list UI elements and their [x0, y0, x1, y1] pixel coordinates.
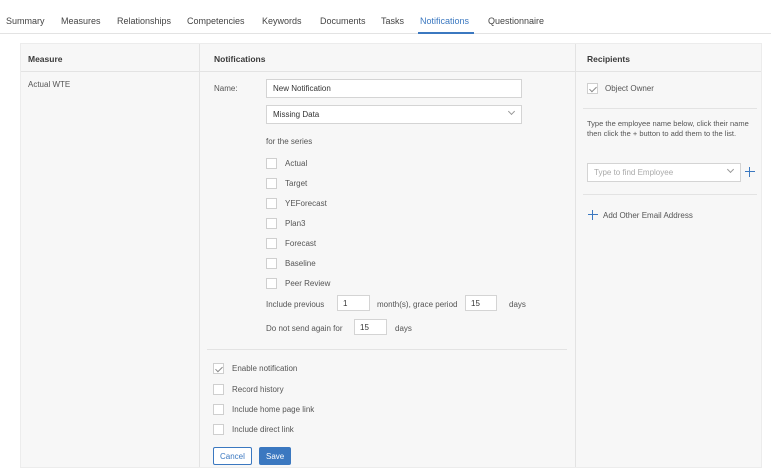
notifications-panel: Measure Notifications Recipients Actual …	[20, 43, 762, 468]
recipients-instructions: Type the employee name below, click thei…	[587, 119, 749, 138]
tab-measures[interactable]: Measures	[61, 16, 101, 26]
include-direct-link-label: Include direct link	[232, 425, 294, 434]
include-direct-link-checkbox[interactable]	[213, 424, 224, 435]
column-divider	[575, 44, 576, 467]
employee-search-input[interactable]: Type to find Employee	[587, 163, 741, 182]
grace-days-label: days	[509, 300, 526, 309]
series-forecast-checkbox[interactable]	[266, 238, 277, 249]
include-previous-label: Include previous	[266, 300, 325, 309]
series-label-peer-review: Peer Review	[285, 279, 331, 288]
enable-notification-label: Enable notification	[232, 364, 298, 373]
include-home-page-link-label: Include home page link	[232, 405, 315, 414]
tab-notifications[interactable]: Notifications	[420, 16, 469, 26]
dont-send-label: Do not send again for	[266, 324, 343, 333]
tab-keywords[interactable]: Keywords	[262, 16, 302, 26]
add-email-plus-icon[interactable]	[588, 210, 598, 220]
add-employee-plus-icon[interactable]	[745, 167, 755, 177]
include-previous-input[interactable]: 1	[337, 295, 370, 311]
dont-send-days-label: days	[395, 324, 412, 333]
months-grace-label: month(s), grace period	[377, 300, 458, 309]
add-other-email-link[interactable]: Add Other Email Address	[603, 211, 693, 220]
dont-send-input[interactable]: 15	[354, 319, 387, 335]
employee-search-placeholder: Type to find Employee	[594, 168, 674, 177]
record-history-label: Record history	[232, 385, 284, 394]
record-history-checkbox[interactable]	[213, 384, 224, 395]
series-label: for the series	[266, 137, 313, 146]
chevron-down-icon	[726, 165, 735, 174]
object-owner-label: Object Owner	[605, 84, 654, 93]
recipients-column-header: Recipients	[587, 54, 630, 64]
tab-documents[interactable]: Documents	[320, 16, 366, 26]
series-label-baseline: Baseline	[285, 259, 316, 268]
series-baseline-checkbox[interactable]	[266, 258, 277, 269]
series-label-forecast: Forecast	[285, 239, 317, 248]
tab-summary[interactable]: Summary	[6, 16, 45, 26]
series-label-target: Target	[285, 179, 308, 188]
grace-period-input[interactable]: 15	[465, 295, 497, 311]
object-owner-checkbox[interactable]	[587, 83, 598, 94]
chevron-down-icon	[507, 107, 516, 116]
notifications-column-header: Notifications	[214, 54, 266, 64]
options-divider	[207, 349, 567, 350]
series-target-checkbox[interactable]	[266, 178, 277, 189]
notification-type-value: Missing Data	[273, 110, 320, 119]
cancel-button[interactable]: Cancel	[213, 447, 252, 465]
active-tab-indicator	[418, 32, 474, 34]
series-actual-checkbox[interactable]	[266, 158, 277, 169]
save-button[interactable]: Save	[259, 447, 292, 465]
column-divider	[199, 44, 200, 467]
series-plan3-checkbox[interactable]	[266, 218, 277, 229]
tab-questionnaire[interactable]: Questionnaire	[488, 16, 544, 26]
notification-type-select[interactable]: Missing Data	[266, 105, 522, 124]
series-label-yeforecast: YEForecast	[285, 199, 327, 208]
include-home-page-link-checkbox[interactable]	[213, 404, 224, 415]
tab-competencies[interactable]: Competencies	[187, 16, 245, 26]
tab-relationships[interactable]: Relationships	[117, 16, 171, 26]
measure-column-header: Measure	[28, 54, 63, 64]
name-label: Name:	[214, 84, 238, 93]
tab-tasks[interactable]: Tasks	[381, 16, 404, 26]
series-label-actual: Actual	[285, 159, 308, 168]
notification-name-input[interactable]: New Notification	[266, 79, 522, 98]
recipients-divider	[583, 108, 757, 109]
series-label-plan3: Plan3	[285, 219, 306, 228]
series-yeforecast-checkbox[interactable]	[266, 198, 277, 209]
measure-name: Actual WTE	[28, 80, 71, 89]
series-peer-review-checkbox[interactable]	[266, 278, 277, 289]
tab-bar: Summary Measures Relationships Competenc…	[0, 0, 771, 34]
recipients-divider	[583, 194, 757, 195]
enable-notification-checkbox[interactable]	[213, 363, 224, 374]
header-divider	[21, 71, 761, 72]
